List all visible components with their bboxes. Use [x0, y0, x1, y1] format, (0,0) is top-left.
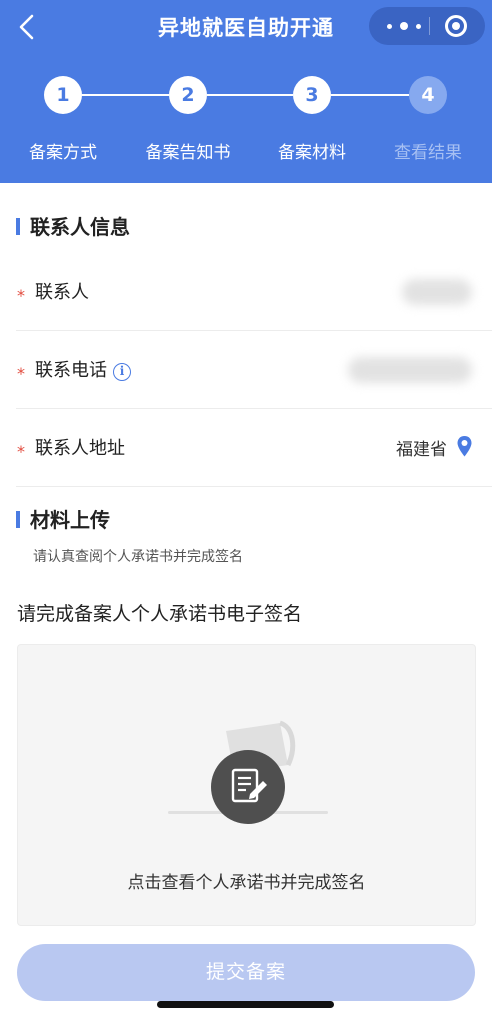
- row-divider: [16, 486, 492, 487]
- step-1-label: 备案方式: [29, 143, 97, 163]
- target-circle-icon[interactable]: [445, 15, 467, 37]
- section-accent-bar: [16, 218, 20, 235]
- signature-area[interactable]: 点击查看个人承诺书并完成签名: [17, 644, 476, 926]
- step-2-circle: 2: [169, 76, 207, 114]
- contact-phone-row[interactable]: * 联系电话 i: [0, 331, 492, 409]
- required-mark: *: [17, 442, 25, 461]
- step-connector: [82, 94, 169, 96]
- step-connector: [331, 94, 409, 96]
- step-3-circle: 3: [293, 76, 331, 114]
- step-3-label: 备案材料: [278, 143, 346, 163]
- contact-section-title: 联系人信息: [16, 211, 130, 240]
- step-4-circle: 4: [409, 76, 447, 114]
- signature-action-text: 点击查看个人承诺书并完成签名: [127, 873, 366, 893]
- step-connector: [207, 94, 293, 96]
- upload-hint: 请认真查阅个人承诺书并完成签名: [33, 549, 243, 565]
- required-mark: *: [17, 286, 25, 305]
- contact-address-value: 福建省: [396, 440, 447, 460]
- upload-section-title: 材料上传: [16, 504, 110, 533]
- contact-address-label: 联系人地址: [35, 438, 125, 459]
- step-1-circle: 1: [44, 76, 82, 114]
- contact-phone-value-redacted: [348, 357, 472, 383]
- step-2-label: 备案告知书: [145, 143, 231, 163]
- contact-name-row[interactable]: * 联系人: [0, 253, 492, 331]
- location-pin-icon[interactable]: [456, 435, 473, 458]
- contact-address-row[interactable]: * 联系人地址 福建省: [0, 409, 492, 487]
- contact-name-value-redacted: [402, 279, 472, 305]
- capsule-divider: [429, 17, 430, 35]
- miniapp-capsule: [369, 7, 485, 45]
- submit-button[interactable]: 提交备案: [17, 944, 475, 1001]
- more-dots-icon[interactable]: [387, 14, 421, 38]
- section-accent-bar: [16, 511, 20, 528]
- step-4-label: 查看结果: [394, 143, 462, 163]
- contact-name-label: 联系人: [35, 282, 89, 303]
- signature-title: 请完成备案人个人承诺书电子签名: [17, 603, 303, 625]
- sign-document-icon[interactable]: [211, 750, 285, 824]
- info-icon[interactable]: i: [113, 363, 131, 381]
- app-header: 异地就医自助开通 1 2 3 4 备案方式 备案告知书 备案材料 查看结果: [0, 0, 492, 183]
- contact-phone-label: 联系电话 i: [35, 356, 131, 382]
- home-indicator: [157, 1001, 334, 1008]
- required-mark: *: [17, 364, 25, 383]
